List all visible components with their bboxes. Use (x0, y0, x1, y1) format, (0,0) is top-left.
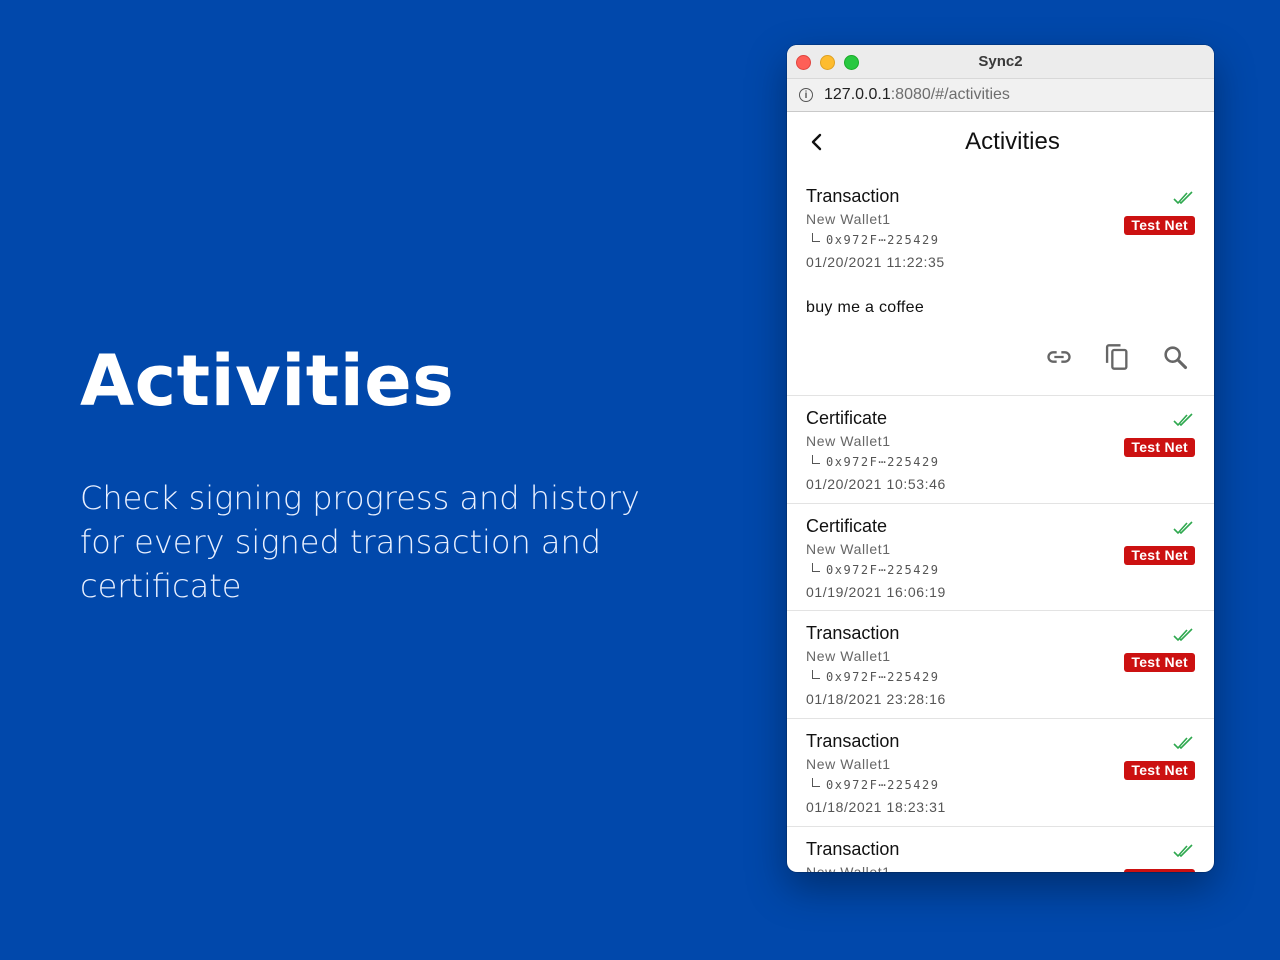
search-button[interactable] (1160, 342, 1190, 372)
activity-item[interactable]: Certificate New Wallet1 0x972F⋯225429 01… (787, 504, 1214, 611)
address-bar[interactable]: i 127.0.0.1:8080/#/activities (787, 79, 1214, 112)
window-title: Sync2 (978, 53, 1023, 70)
url-host: 127.0.0.1 (824, 86, 891, 103)
link-icon (1047, 351, 1071, 363)
window-titlebar: Sync2 (787, 45, 1214, 79)
wallet-address: 0x972F⋯225429 (826, 563, 940, 577)
activity-item[interactable]: Transaction New Wallet1 Test Net (787, 827, 1214, 872)
wallet-address: 0x972F⋯225429 (826, 455, 940, 469)
network-badge: Test Net (1124, 216, 1195, 235)
double-check-icon (1173, 736, 1193, 750)
hero-subtitle: Check signing progress and history for e… (80, 479, 640, 605)
activity-time: 01/18/2021 23:28:16 (806, 691, 946, 707)
double-check-icon (1173, 628, 1193, 642)
network-badge: Test Net (1124, 438, 1195, 457)
activity-time: 01/18/2021 18:23:31 (806, 799, 946, 815)
wallet-address: 0x972F⋯225429 (826, 778, 940, 792)
app-window: Sync2 i 127.0.0.1:8080/#/activities Acti… (787, 45, 1214, 872)
page-title: Activities (965, 128, 1060, 155)
activity-kind: Certificate (806, 408, 888, 428)
branch-icon (812, 562, 820, 572)
double-check-icon (1173, 191, 1193, 205)
activity-kind: Transaction (806, 186, 900, 206)
activity-kind: Transaction (806, 731, 900, 751)
app-bar: Activities (787, 112, 1214, 174)
url-path: :8080/#/activities (890, 86, 1010, 103)
activity-time: 01/20/2021 11:22:35 (806, 254, 945, 270)
double-check-icon (1173, 413, 1193, 427)
network-badge: Test Net (1124, 546, 1195, 565)
search-icon (1164, 346, 1188, 370)
double-check-icon (1173, 844, 1193, 858)
activity-item[interactable]: Transaction New Wallet1 0x972F⋯225429 01… (787, 174, 1214, 396)
network-badge: Test Net (1124, 869, 1195, 872)
activity-list: Transaction New Wallet1 0x972F⋯225429 01… (787, 174, 1214, 872)
activity-kind: Transaction (806, 623, 900, 643)
activity-time: 01/19/2021 16:06:19 (806, 584, 946, 600)
activity-item[interactable]: Transaction New Wallet1 0x972F⋯225429 01… (787, 611, 1214, 719)
network-badge: Test Net (1124, 653, 1195, 672)
activity-item[interactable]: Certificate New Wallet1 0x972F⋯225429 01… (787, 396, 1214, 504)
link-button[interactable] (1044, 342, 1074, 372)
activity-kind: Certificate (806, 516, 888, 536)
info-icon[interactable]: i (799, 88, 813, 102)
copy-button[interactable] (1102, 342, 1132, 372)
copy-icon (1105, 344, 1128, 370)
activity-note: buy me a coffee (806, 299, 925, 316)
branch-icon (812, 454, 820, 464)
activity-kind: Transaction (806, 839, 900, 859)
branch-icon (812, 669, 820, 679)
branch-icon (812, 777, 820, 787)
double-check-icon (1173, 521, 1193, 535)
activity-item[interactable]: Transaction New Wallet1 0x972F⋯225429 01… (787, 719, 1214, 827)
activity-time: 01/20/2021 10:53:46 (806, 476, 946, 492)
activity-actions (1044, 342, 1190, 372)
network-badge: Test Net (1124, 761, 1195, 780)
wallet-address: 0x972F⋯225429 (826, 670, 940, 684)
hero-title: Activities (80, 340, 455, 422)
wallet-address: 0x972F⋯225429 (826, 233, 940, 247)
branch-icon (812, 232, 820, 242)
